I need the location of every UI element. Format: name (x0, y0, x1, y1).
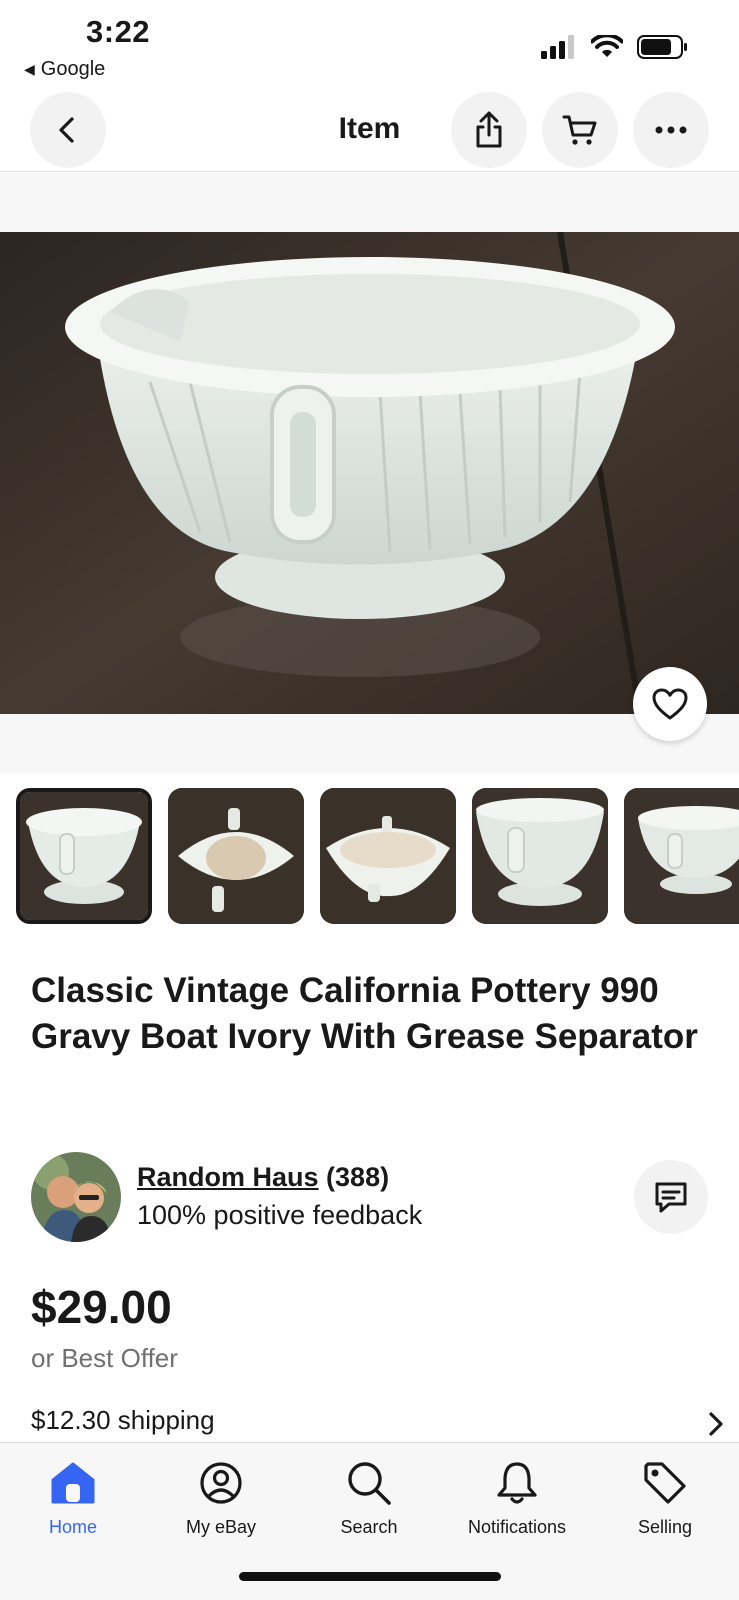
share-icon (476, 111, 502, 148)
seller-rating-count: (388) (326, 1162, 390, 1192)
thumbnail-1[interactable] (16, 788, 152, 924)
tab-search-label: Search (340, 1517, 398, 1537)
more-icon (655, 126, 687, 134)
share-button[interactable] (451, 92, 527, 168)
search-icon (348, 1462, 391, 1505)
watch-button[interactable] (633, 667, 707, 741)
seller-info: Random Haus (388) 100% positive feedback (31, 1152, 711, 1244)
battery-icon (637, 35, 687, 59)
contact-seller-button[interactable] (634, 1160, 708, 1234)
thumbnail-image (320, 788, 456, 924)
back-app-label: Google (40, 58, 106, 80)
seller-avatar[interactable] (31, 1152, 121, 1242)
thumbnail-4[interactable] (472, 788, 608, 924)
main-product-image[interactable] (0, 232, 739, 714)
home-indicator (239, 1572, 501, 1581)
tab-my-ebay[interactable]: My eBay (151, 1455, 291, 1538)
listing-title: Classic Vintage California Pottery 990 G… (31, 971, 698, 1056)
bell-icon (497, 1462, 537, 1504)
heart-icon (652, 688, 688, 720)
shipping-cost[interactable]: $12.30 shipping (31, 1405, 215, 1436)
thumbnail-image (168, 788, 304, 924)
thumbnail-image (20, 792, 148, 920)
wifi-icon (591, 35, 623, 57)
thumbnail-2[interactable] (168, 788, 304, 924)
back-button[interactable] (30, 92, 106, 168)
gravy-boat-photo (0, 232, 739, 714)
thumbnail-image (624, 788, 739, 924)
item-price: $29.00 (31, 1281, 172, 1333)
thumbnail-strip (16, 788, 739, 924)
tab-notifications[interactable]: Notifications (447, 1455, 587, 1538)
seller-feedback: 100% positive feedback (137, 1200, 423, 1230)
chevron-right-icon[interactable] (706, 1410, 726, 1438)
status-bar: 3:22 ◀ Google (0, 0, 739, 88)
tab-home-label: Home (48, 1517, 97, 1537)
signal-icon (541, 35, 574, 59)
status-icons (541, 34, 689, 60)
home-icon (51, 1462, 95, 1504)
thumbnail-5[interactable] (624, 788, 739, 924)
user-icon (200, 1462, 242, 1504)
back-to-app-link[interactable]: ◀ Google (24, 58, 105, 81)
tab-selling[interactable]: Selling (595, 1455, 735, 1538)
tab-notifications-label: Notifications (467, 1517, 567, 1537)
seller-name-link[interactable]: Random Haus (137, 1162, 319, 1192)
seller-name-row: Random Haus (388) (137, 1162, 389, 1193)
tab-home[interactable]: Home (3, 1455, 143, 1538)
tag-icon (644, 1462, 686, 1504)
tab-selling-label: Selling (637, 1517, 693, 1537)
cart-icon (562, 115, 597, 145)
tab-my-ebay-label: My eBay (185, 1517, 257, 1537)
avatar-image (31, 1152, 121, 1242)
nav-header: Item (0, 90, 739, 172)
chevron-left-icon (59, 117, 74, 143)
back-triangle-icon: ◀ (24, 61, 35, 77)
status-time: 3:22 (86, 14, 151, 49)
page-title: Item (338, 112, 401, 145)
cart-button[interactable] (542, 92, 618, 168)
tab-search[interactable]: Search (299, 1455, 439, 1538)
best-offer-label: or Best Offer (31, 1343, 178, 1373)
thumbnail-image (472, 788, 608, 924)
thumbnail-3[interactable] (320, 788, 456, 924)
more-options-button[interactable] (633, 92, 709, 168)
message-icon (655, 1182, 687, 1213)
